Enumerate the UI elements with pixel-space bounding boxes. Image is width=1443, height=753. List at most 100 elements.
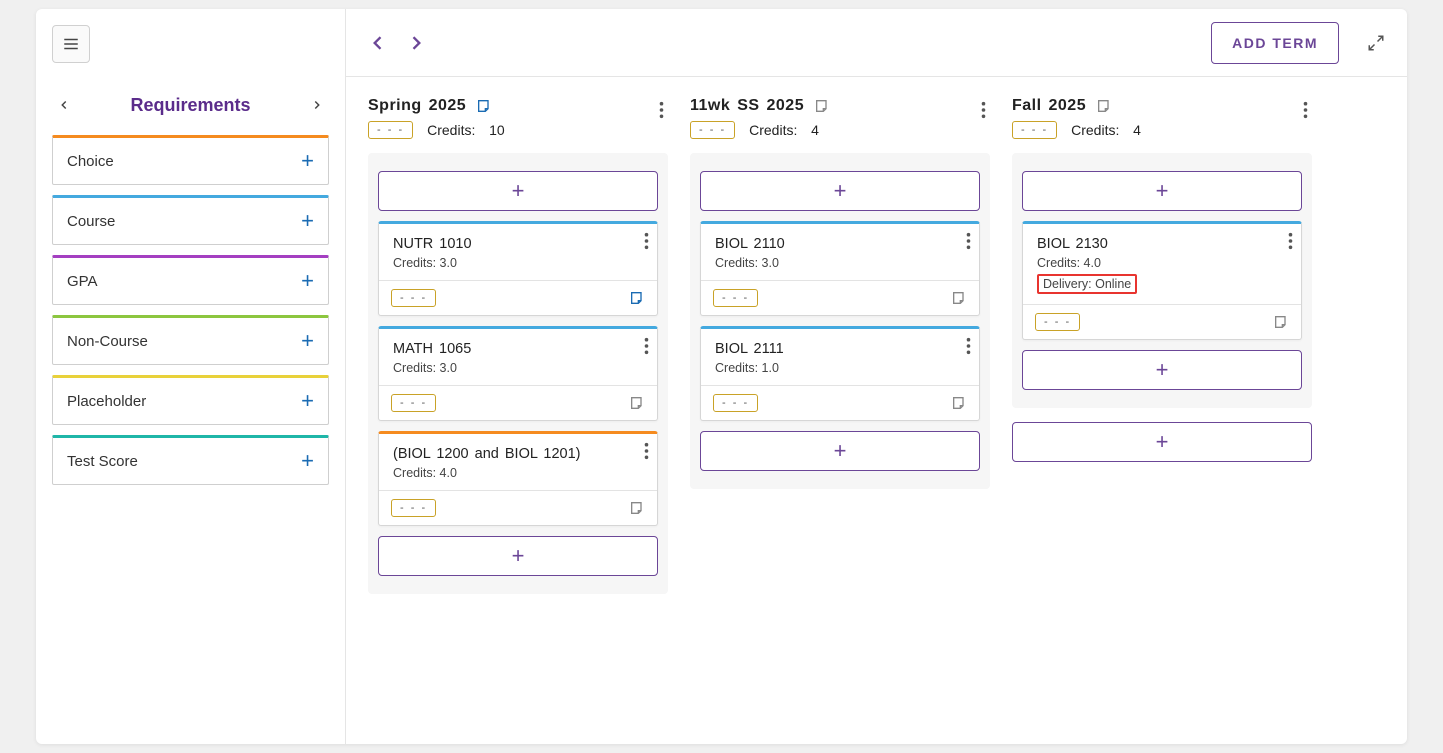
course-menu-button[interactable] bbox=[644, 232, 649, 253]
add-course-button[interactable]: + bbox=[700, 171, 980, 211]
requirement-item[interactable]: Test Score + bbox=[52, 435, 329, 485]
requirements-header: Requirements bbox=[52, 93, 329, 117]
term-menu-button[interactable] bbox=[1299, 97, 1312, 126]
requirement-item[interactable]: Course + bbox=[52, 195, 329, 245]
requirement-label: Test Score bbox=[67, 453, 138, 470]
course-card[interactable]: BIOL 2130 Credits: 4.0 Delivery: Online - -… bbox=[1022, 221, 1302, 340]
add-course-button[interactable]: + bbox=[700, 431, 980, 471]
term-header: Spring 2025 - - - Credits: 10 bbox=[368, 97, 668, 139]
term-credits: Credits: 10 bbox=[427, 122, 505, 138]
requirement-label: Non-Course bbox=[67, 333, 148, 350]
plus-icon: + bbox=[301, 390, 314, 412]
course-status-pill[interactable]: - - - bbox=[713, 289, 758, 307]
course-credits: Credits: 3.0 bbox=[393, 361, 643, 375]
term-column: Fall 2025- - -Credits: 4+BIOL 2130Credit… bbox=[1012, 97, 1312, 462]
course-menu-button[interactable] bbox=[644, 337, 649, 358]
requirements-list: Choice+Course+GPA+Non-Course+Placeholder… bbox=[52, 135, 329, 485]
chevron-right-icon bbox=[406, 33, 426, 53]
course-menu-button[interactable] bbox=[644, 442, 649, 463]
term-body: + BIOL 2110 Credits: 3.0 - - - BIOL 2111 Cred… bbox=[690, 153, 990, 489]
term-title: 11wk SS 2025 bbox=[690, 97, 804, 115]
sidebar: Requirements Choice+Course+GPA+Non-Cours… bbox=[36, 9, 346, 744]
add-course-button[interactable]: + bbox=[1012, 422, 1312, 462]
term-status-pill[interactable]: - - - bbox=[368, 121, 413, 139]
requirement-label: Course bbox=[67, 213, 115, 230]
add-course-button[interactable]: + bbox=[378, 171, 658, 211]
hamburger-icon bbox=[62, 35, 80, 53]
chevron-left-icon bbox=[368, 33, 388, 53]
course-credits: Credits: 3.0 bbox=[393, 256, 643, 270]
note-icon[interactable] bbox=[1273, 314, 1289, 330]
note-icon[interactable] bbox=[629, 500, 645, 516]
note-icon[interactable] bbox=[1096, 98, 1112, 114]
requirements-prev-button[interactable] bbox=[52, 93, 76, 117]
term-title: Spring 2025 bbox=[368, 97, 466, 115]
note-icon[interactable] bbox=[629, 395, 645, 411]
term-menu-button[interactable] bbox=[655, 97, 668, 126]
course-name: BIOL 2111 bbox=[715, 341, 965, 357]
term-title: Fall 2025 bbox=[1012, 97, 1086, 115]
note-icon[interactable] bbox=[951, 395, 967, 411]
course-status-pill[interactable]: - - - bbox=[391, 499, 436, 517]
chevron-right-icon bbox=[310, 98, 324, 112]
course-status-pill[interactable]: - - - bbox=[391, 394, 436, 412]
term-status-pill[interactable]: - - - bbox=[690, 121, 735, 139]
term-status-pill[interactable]: - - - bbox=[1012, 121, 1057, 139]
course-name: (BIOL 1200 and BIOL 1201) bbox=[393, 446, 643, 462]
add-term-button[interactable]: ADD TERM bbox=[1211, 22, 1339, 64]
course-name: BIOL 2110 bbox=[715, 236, 965, 252]
course-menu-button[interactable] bbox=[966, 337, 971, 358]
requirement-label: Placeholder bbox=[67, 393, 146, 410]
plus-icon: + bbox=[301, 330, 314, 352]
plus-icon: + bbox=[301, 150, 314, 172]
note-icon[interactable] bbox=[814, 98, 830, 114]
term-body: + BIOL 2130 Credits: 4.0 Delivery: Online - … bbox=[1012, 153, 1312, 408]
course-credits: Credits: 3.0 bbox=[715, 256, 965, 270]
menu-toggle-button[interactable] bbox=[52, 25, 90, 63]
course-credits: Credits: 1.0 bbox=[715, 361, 965, 375]
note-icon[interactable] bbox=[951, 290, 967, 306]
term-column: Spring 2025 - - - Credits: 10 + NUTR 1010 Cre… bbox=[368, 97, 668, 594]
note-icon[interactable] bbox=[629, 290, 645, 306]
course-delivery: Delivery: Online bbox=[1037, 274, 1287, 294]
course-card[interactable]: NUTR 1010 Credits: 3.0 - - - bbox=[378, 221, 658, 316]
term-header: Fall 2025- - -Credits: 4 bbox=[1012, 97, 1312, 139]
course-name: BIOL 2130 bbox=[1037, 236, 1287, 252]
term-body: + NUTR 1010 Credits: 3.0 - - - MATH 1065 Cred… bbox=[368, 153, 668, 594]
course-status-pill[interactable]: - - - bbox=[1035, 313, 1080, 331]
course-card[interactable]: BIOL 2111 Credits: 1.0 - - - bbox=[700, 326, 980, 421]
course-card[interactable]: (BIOL 1200 and BIOL 1201) Credits: 4.0 - -… bbox=[378, 431, 658, 526]
note-icon[interactable] bbox=[476, 98, 492, 114]
course-card[interactable]: BIOL 2110 Credits: 3.0 - - - bbox=[700, 221, 980, 316]
requirement-item[interactable]: GPA + bbox=[52, 255, 329, 305]
course-status-pill[interactable]: - - - bbox=[713, 394, 758, 412]
term-credits: Credits: 4 bbox=[749, 122, 819, 138]
term-nav-next-button[interactable] bbox=[406, 33, 426, 53]
course-status-pill[interactable]: - - - bbox=[391, 289, 436, 307]
requirement-label: Choice bbox=[67, 153, 114, 170]
expand-icon bbox=[1367, 34, 1385, 52]
expand-button[interactable] bbox=[1367, 34, 1385, 52]
requirement-item[interactable]: Choice + bbox=[52, 135, 329, 185]
requirement-item[interactable]: Placeholder + bbox=[52, 375, 329, 425]
term-nav-prev-button[interactable] bbox=[368, 33, 388, 53]
add-course-button[interactable]: + bbox=[378, 536, 658, 576]
requirement-item[interactable]: Non-Course + bbox=[52, 315, 329, 365]
chevron-left-icon bbox=[57, 98, 71, 112]
course-menu-button[interactable] bbox=[1288, 232, 1293, 253]
course-name: MATH 1065 bbox=[393, 341, 643, 357]
plus-icon: + bbox=[301, 270, 314, 292]
plus-icon: + bbox=[301, 210, 314, 232]
requirements-next-button[interactable] bbox=[305, 93, 329, 117]
course-credits: Credits: 4.0 bbox=[1037, 256, 1287, 270]
plus-icon: + bbox=[301, 450, 314, 472]
add-course-button[interactable]: + bbox=[1022, 350, 1302, 390]
add-course-button[interactable]: + bbox=[1022, 171, 1302, 211]
requirement-label: GPA bbox=[67, 273, 98, 290]
course-card[interactable]: MATH 1065 Credits: 3.0 - - - bbox=[378, 326, 658, 421]
course-credits: Credits: 4.0 bbox=[393, 466, 643, 480]
term-menu-button[interactable] bbox=[977, 97, 990, 126]
terms-row: Spring 2025 - - - Credits: 10 + NUTR 1010 Cre… bbox=[346, 77, 1407, 614]
course-menu-button[interactable] bbox=[966, 232, 971, 253]
course-name: NUTR 1010 bbox=[393, 236, 643, 252]
